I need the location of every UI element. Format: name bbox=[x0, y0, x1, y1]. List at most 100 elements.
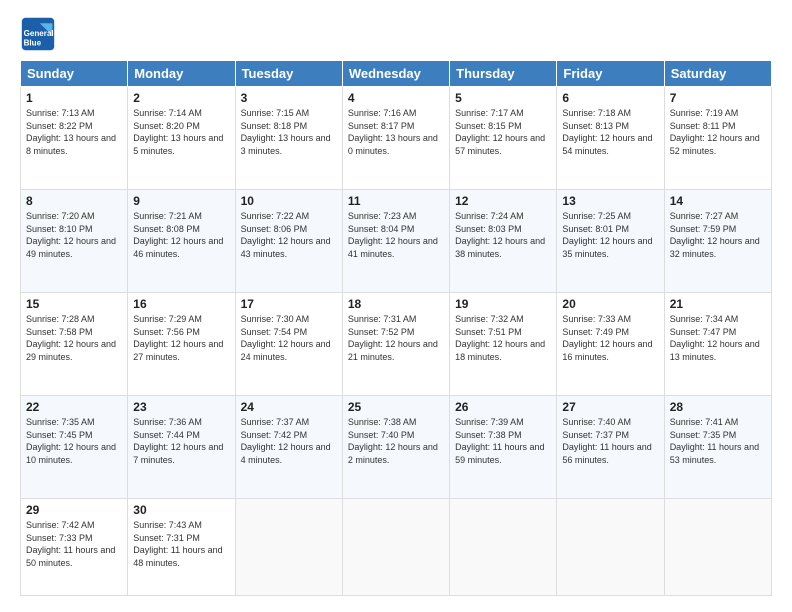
day-info: Sunrise: 7:39 AM Sunset: 7:38 PM Dayligh… bbox=[455, 416, 551, 466]
table-row: 19 Sunrise: 7:32 AM Sunset: 7:51 PM Dayli… bbox=[450, 292, 557, 395]
day-info: Sunrise: 7:20 AM Sunset: 8:10 PM Dayligh… bbox=[26, 210, 122, 260]
table-row: 15 Sunrise: 7:28 AM Sunset: 7:58 PM Dayli… bbox=[21, 292, 128, 395]
table-row: 2 Sunrise: 7:14 AM Sunset: 8:20 PM Daylig… bbox=[128, 87, 235, 190]
day-number: 19 bbox=[455, 297, 551, 311]
table-row bbox=[557, 498, 664, 595]
day-number: 13 bbox=[562, 194, 658, 208]
day-info: Sunrise: 7:24 AM Sunset: 8:03 PM Dayligh… bbox=[455, 210, 551, 260]
day-info: Sunrise: 7:36 AM Sunset: 7:44 PM Dayligh… bbox=[133, 416, 229, 466]
table-row: 18 Sunrise: 7:31 AM Sunset: 7:52 PM Dayli… bbox=[342, 292, 449, 395]
day-number: 4 bbox=[348, 91, 444, 105]
table-row: 10 Sunrise: 7:22 AM Sunset: 8:06 PM Dayli… bbox=[235, 189, 342, 292]
table-row: 24 Sunrise: 7:37 AM Sunset: 7:42 PM Dayli… bbox=[235, 395, 342, 498]
table-row: 17 Sunrise: 7:30 AM Sunset: 7:54 PM Dayli… bbox=[235, 292, 342, 395]
table-row: 28Sunrise: 7:41 AM Sunset: 7:35 PM Dayli… bbox=[664, 395, 771, 498]
day-info: Sunrise: 7:21 AM Sunset: 8:08 PM Dayligh… bbox=[133, 210, 229, 260]
table-row: 29 Sunrise: 7:42 AM Sunset: 7:33 PM Dayli… bbox=[21, 498, 128, 595]
col-thursday: Thursday bbox=[450, 61, 557, 87]
day-number: 29 bbox=[26, 503, 122, 517]
day-number: 23 bbox=[133, 400, 229, 414]
table-row: 26Sunrise: 7:39 AM Sunset: 7:38 PM Dayli… bbox=[450, 395, 557, 498]
day-number: 15 bbox=[26, 297, 122, 311]
svg-text:Blue: Blue bbox=[24, 39, 42, 48]
day-info: Sunrise: 7:42 AM Sunset: 7:33 PM Dayligh… bbox=[26, 519, 122, 569]
day-number: 27 bbox=[562, 400, 658, 414]
table-row: 21 Sunrise: 7:34 AM Sunset: 7:47 PM Dayli… bbox=[664, 292, 771, 395]
day-number: 2 bbox=[133, 91, 229, 105]
day-number: 7 bbox=[670, 91, 766, 105]
page: General Blue Sunday Monday Tuesday Wedne… bbox=[0, 0, 792, 612]
table-row: 4 Sunrise: 7:16 AM Sunset: 8:17 PM Daylig… bbox=[342, 87, 449, 190]
header: General Blue bbox=[20, 16, 772, 52]
day-info: Sunrise: 7:13 AM Sunset: 8:22 PM Dayligh… bbox=[26, 107, 122, 157]
day-number: 14 bbox=[670, 194, 766, 208]
day-number: 3 bbox=[241, 91, 337, 105]
day-number: 6 bbox=[562, 91, 658, 105]
table-row bbox=[664, 498, 771, 595]
day-number: 20 bbox=[562, 297, 658, 311]
day-info: Sunrise: 7:16 AM Sunset: 8:17 PM Dayligh… bbox=[348, 107, 444, 157]
logo: General Blue bbox=[20, 16, 56, 52]
day-number: 28 bbox=[670, 400, 766, 414]
day-info: Sunrise: 7:18 AM Sunset: 8:13 PM Dayligh… bbox=[562, 107, 658, 157]
day-info: Sunrise: 7:19 AM Sunset: 8:11 PM Dayligh… bbox=[670, 107, 766, 157]
table-row: 3 Sunrise: 7:15 AM Sunset: 8:18 PM Daylig… bbox=[235, 87, 342, 190]
table-row: 23 Sunrise: 7:36 AM Sunset: 7:44 PM Dayli… bbox=[128, 395, 235, 498]
table-row: 20 Sunrise: 7:33 AM Sunset: 7:49 PM Dayli… bbox=[557, 292, 664, 395]
day-info: Sunrise: 7:34 AM Sunset: 7:47 PM Dayligh… bbox=[670, 313, 766, 363]
day-info: Sunrise: 7:17 AM Sunset: 8:15 PM Dayligh… bbox=[455, 107, 551, 157]
day-info: Sunrise: 7:33 AM Sunset: 7:49 PM Dayligh… bbox=[562, 313, 658, 363]
day-info: Sunrise: 7:27 AM Sunset: 7:59 PM Dayligh… bbox=[670, 210, 766, 260]
day-info: Sunrise: 7:38 AM Sunset: 7:40 PM Dayligh… bbox=[348, 416, 444, 466]
table-row: 27 Sunrise: 7:40 AM Sunset: 7:37 PM Dayli… bbox=[557, 395, 664, 498]
day-number: 25 bbox=[348, 400, 444, 414]
table-row: 6 Sunrise: 7:18 AM Sunset: 8:13 PM Daylig… bbox=[557, 87, 664, 190]
day-number: 30 bbox=[133, 503, 229, 517]
day-number: 22 bbox=[26, 400, 122, 414]
day-info: Sunrise: 7:43 AM Sunset: 7:31 PM Dayligh… bbox=[133, 519, 229, 569]
day-number: 5 bbox=[455, 91, 551, 105]
table-row: 16Sunrise: 7:29 AM Sunset: 7:56 PM Dayli… bbox=[128, 292, 235, 395]
day-info: Sunrise: 7:40 AM Sunset: 7:37 PM Dayligh… bbox=[562, 416, 658, 466]
day-number: 16 bbox=[133, 297, 229, 311]
table-row: 12Sunrise: 7:24 AM Sunset: 8:03 PM Dayli… bbox=[450, 189, 557, 292]
day-number: 9 bbox=[133, 194, 229, 208]
day-number: 18 bbox=[348, 297, 444, 311]
col-wednesday: Wednesday bbox=[342, 61, 449, 87]
day-info: Sunrise: 7:15 AM Sunset: 8:18 PM Dayligh… bbox=[241, 107, 337, 157]
day-number: 8 bbox=[26, 194, 122, 208]
day-number: 10 bbox=[241, 194, 337, 208]
table-row: 7 Sunrise: 7:19 AM Sunset: 8:11 PM Daylig… bbox=[664, 87, 771, 190]
table-row: 1 Sunrise: 7:13 AM Sunset: 8:22 PM Daylig… bbox=[21, 87, 128, 190]
day-number: 17 bbox=[241, 297, 337, 311]
calendar-header-row: Sunday Monday Tuesday Wednesday Thursday… bbox=[21, 61, 772, 87]
table-row: 13 Sunrise: 7:25 AM Sunset: 8:01 PM Dayli… bbox=[557, 189, 664, 292]
svg-text:General: General bbox=[24, 29, 54, 38]
col-friday: Friday bbox=[557, 61, 664, 87]
table-row: 11Sunrise: 7:23 AM Sunset: 8:04 PM Dayli… bbox=[342, 189, 449, 292]
col-monday: Monday bbox=[128, 61, 235, 87]
day-number: 21 bbox=[670, 297, 766, 311]
day-number: 1 bbox=[26, 91, 122, 105]
day-info: Sunrise: 7:31 AM Sunset: 7:52 PM Dayligh… bbox=[348, 313, 444, 363]
calendar: Sunday Monday Tuesday Wednesday Thursday… bbox=[20, 60, 772, 596]
day-info: Sunrise: 7:28 AM Sunset: 7:58 PM Dayligh… bbox=[26, 313, 122, 363]
table-row bbox=[342, 498, 449, 595]
table-row: 5 Sunrise: 7:17 AM Sunset: 8:15 PM Daylig… bbox=[450, 87, 557, 190]
day-info: Sunrise: 7:30 AM Sunset: 7:54 PM Dayligh… bbox=[241, 313, 337, 363]
col-saturday: Saturday bbox=[664, 61, 771, 87]
day-info: Sunrise: 7:14 AM Sunset: 8:20 PM Dayligh… bbox=[133, 107, 229, 157]
day-info: Sunrise: 7:37 AM Sunset: 7:42 PM Dayligh… bbox=[241, 416, 337, 466]
table-row: 9 Sunrise: 7:21 AM Sunset: 8:08 PM Daylig… bbox=[128, 189, 235, 292]
table-row: 14 Sunrise: 7:27 AM Sunset: 7:59 PM Dayli… bbox=[664, 189, 771, 292]
day-info: Sunrise: 7:25 AM Sunset: 8:01 PM Dayligh… bbox=[562, 210, 658, 260]
col-sunday: Sunday bbox=[21, 61, 128, 87]
day-info: Sunrise: 7:22 AM Sunset: 8:06 PM Dayligh… bbox=[241, 210, 337, 260]
day-number: 24 bbox=[241, 400, 337, 414]
day-info: Sunrise: 7:32 AM Sunset: 7:51 PM Dayligh… bbox=[455, 313, 551, 363]
table-row: 25 Sunrise: 7:38 AM Sunset: 7:40 PM Dayli… bbox=[342, 395, 449, 498]
day-number: 11 bbox=[348, 194, 444, 208]
table-row: 30 Sunrise: 7:43 AM Sunset: 7:31 PM Dayli… bbox=[128, 498, 235, 595]
col-tuesday: Tuesday bbox=[235, 61, 342, 87]
day-info: Sunrise: 7:35 AM Sunset: 7:45 PM Dayligh… bbox=[26, 416, 122, 466]
